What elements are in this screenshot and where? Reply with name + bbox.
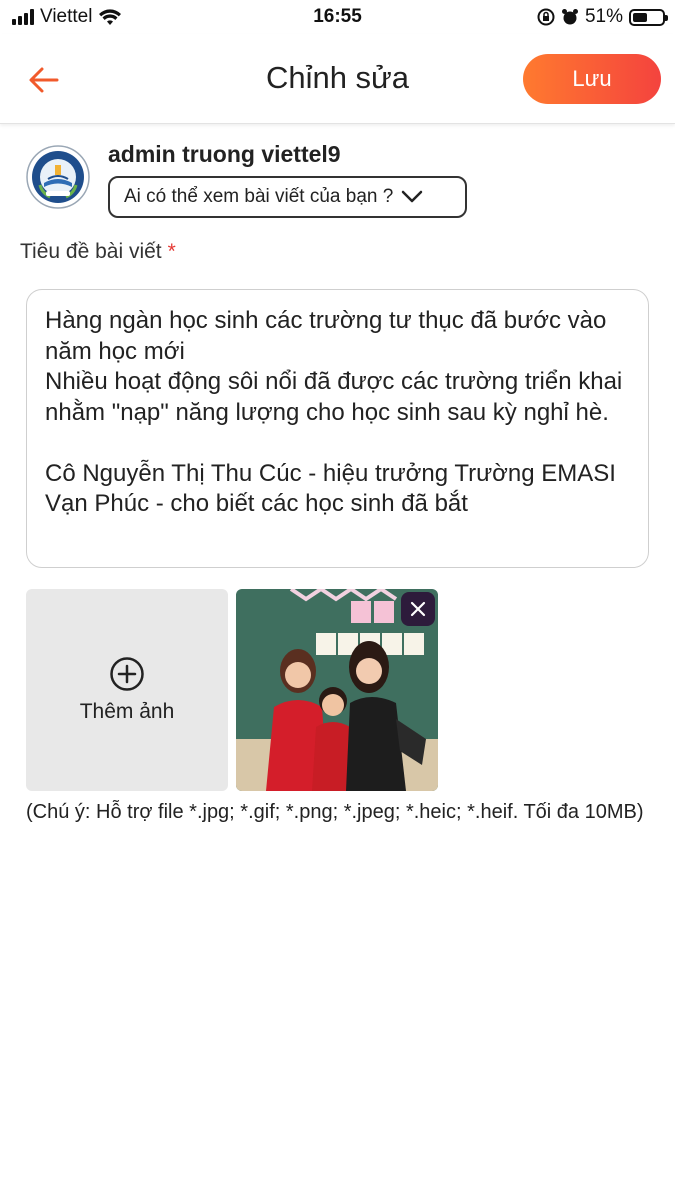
file-support-note: (Chú ý: Hỗ trợ file *.jpg; *.gif; *.png;…: [26, 801, 644, 823]
orientation-lock-icon: [537, 8, 555, 26]
plus-circle-icon: [110, 657, 144, 691]
remove-photo-button[interactable]: [401, 592, 435, 626]
title-label: Tiêu đề bài viết *: [20, 240, 176, 264]
close-icon: [410, 601, 426, 617]
add-photo-label: Thêm ảnh: [79, 700, 175, 723]
author-name: admin truong viettel9: [108, 141, 341, 167]
title-label-text: Tiêu đề bài viết: [20, 240, 162, 263]
save-button[interactable]: Lưu: [523, 54, 661, 104]
status-bar: Viettel 16:55 51%: [0, 0, 675, 34]
battery-icon: [629, 8, 668, 26]
post-content-textarea[interactable]: Hàng ngàn học sinh các trường tư thục đã…: [26, 289, 649, 568]
privacy-label: Ai có thể xem bài viết của bạn ?: [124, 186, 394, 207]
privacy-dropdown[interactable]: Ai có thể xem bài viết của bạn ?: [108, 176, 467, 218]
status-right: 51%: [537, 6, 668, 28]
add-photo-button[interactable]: Thêm ảnh: [26, 589, 228, 791]
required-mark: *: [167, 240, 176, 263]
alarm-icon: [561, 9, 578, 25]
battery-percent: 51%: [584, 6, 623, 27]
avatar: [26, 145, 90, 209]
app-header: Chỉnh sửa Lưu: [0, 34, 675, 124]
chevron-down-icon: [402, 190, 423, 203]
school-logo-icon: [26, 145, 90, 209]
